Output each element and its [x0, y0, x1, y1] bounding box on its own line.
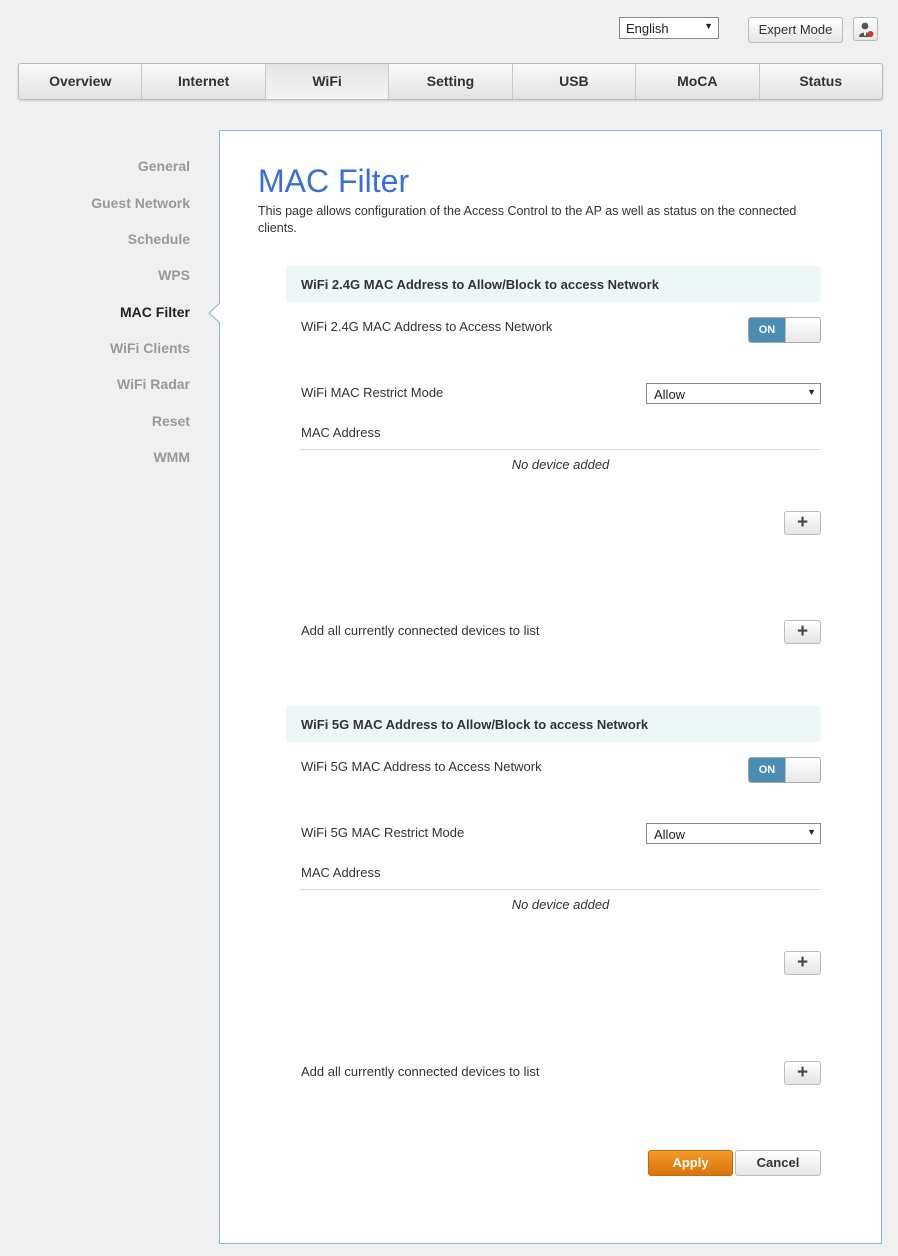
divider — [300, 449, 821, 450]
add-mac-button-5g[interactable]: + — [784, 951, 821, 975]
content-panel: MAC Filter This page allows configuratio… — [219, 130, 882, 1244]
sidebar-item-wifi-clients[interactable]: WiFi Clients — [0, 340, 190, 356]
main-nav: Overview Internet WiFi Setting USB MoCA … — [18, 63, 883, 100]
plus-icon: + — [796, 512, 809, 533]
chevron-down-icon: ▼ — [807, 827, 816, 837]
add-all-label-24g: Add all currently connected devices to l… — [301, 623, 540, 638]
toggle-knob — [785, 758, 820, 782]
sidebar-item-wmm[interactable]: WMM — [0, 449, 190, 465]
sidebar-item-mac-filter[interactable]: MAC Filter — [0, 304, 190, 320]
mac-address-header-5g: MAC Address — [301, 865, 381, 880]
mac-address-header-24g: MAC Address — [301, 425, 381, 440]
sidebar-item-wifi-radar[interactable]: WiFi Radar — [0, 376, 190, 392]
toggle-knob — [785, 318, 820, 342]
restrict-mode-select-5g[interactable]: Allow ▼ — [646, 823, 821, 844]
tab-overview[interactable]: Overview — [19, 64, 143, 99]
cancel-button[interactable]: Cancel — [735, 1150, 821, 1176]
plus-icon: + — [796, 1062, 809, 1083]
add-all-devices-button-24g[interactable]: + — [784, 620, 821, 644]
restrict-mode-value: Allow — [654, 387, 686, 402]
toggle-on-label: ON — [749, 318, 785, 342]
tab-wifi[interactable]: WiFi — [265, 64, 390, 99]
sidebar-item-wps[interactable]: WPS — [0, 267, 190, 283]
page-description: This page allows configuration of the Ac… — [258, 204, 797, 235]
chevron-down-icon: ▼ — [807, 387, 816, 397]
restrict-mode-select-24g[interactable]: Allow ▼ — [646, 383, 821, 404]
plus-icon: + — [796, 621, 809, 642]
access-label-5g: WiFi 5G MAC Address to Access Network — [301, 759, 542, 774]
restrict-mode-label-5g: WiFi 5G MAC Restrict Mode — [301, 825, 465, 840]
tab-status[interactable]: Status — [760, 64, 882, 99]
page-title: MAC Filter — [258, 163, 410, 199]
access-toggle-5g[interactable]: ON — [748, 757, 821, 783]
tab-moca[interactable]: MoCA — [636, 64, 760, 99]
sidebar-item-general[interactable]: General — [0, 158, 190, 174]
section-heading-5g: WiFi 5G MAC Address to Allow/Block to ac… — [286, 706, 821, 742]
apply-button[interactable]: Apply — [648, 1150, 733, 1176]
add-all-devices-button-5g[interactable]: + — [784, 1061, 821, 1085]
user-admin-button[interactable] — [853, 17, 878, 41]
language-select[interactable]: English ▼ — [619, 17, 719, 39]
tab-internet[interactable]: Internet — [142, 64, 266, 99]
active-pointer-icon — [208, 302, 221, 324]
plus-icon: + — [796, 952, 809, 973]
access-label-24g: WiFi 2.4G MAC Address to Access Network — [301, 319, 553, 334]
user-admin-icon — [859, 22, 874, 37]
divider — [300, 889, 821, 890]
empty-list-message-24g: No device added — [511, 457, 610, 472]
toggle-on-label: ON — [749, 758, 785, 782]
section-heading-24g: WiFi 2.4G MAC Address to Allow/Block to … — [286, 266, 821, 302]
empty-list-message-5g: No device added — [511, 897, 610, 912]
access-toggle-24g[interactable]: ON — [748, 317, 821, 343]
add-mac-button-24g[interactable]: + — [784, 511, 821, 535]
restrict-mode-label-24g: WiFi MAC Restrict Mode — [301, 385, 444, 400]
add-all-label-5g: Add all currently connected devices to l… — [301, 1064, 540, 1079]
tab-setting[interactable]: Setting — [389, 64, 513, 99]
tab-usb[interactable]: USB — [513, 64, 637, 99]
sidebar-item-schedule[interactable]: Schedule — [0, 231, 190, 247]
sidebar-item-guest-network[interactable]: Guest Network — [0, 195, 190, 211]
restrict-mode-value: Allow — [654, 827, 686, 842]
sidebar-item-reset[interactable]: Reset — [0, 413, 190, 429]
language-select-value: English — [626, 21, 669, 36]
expert-mode-button[interactable]: Expert Mode — [748, 17, 843, 43]
chevron-down-icon: ▼ — [704, 21, 713, 31]
